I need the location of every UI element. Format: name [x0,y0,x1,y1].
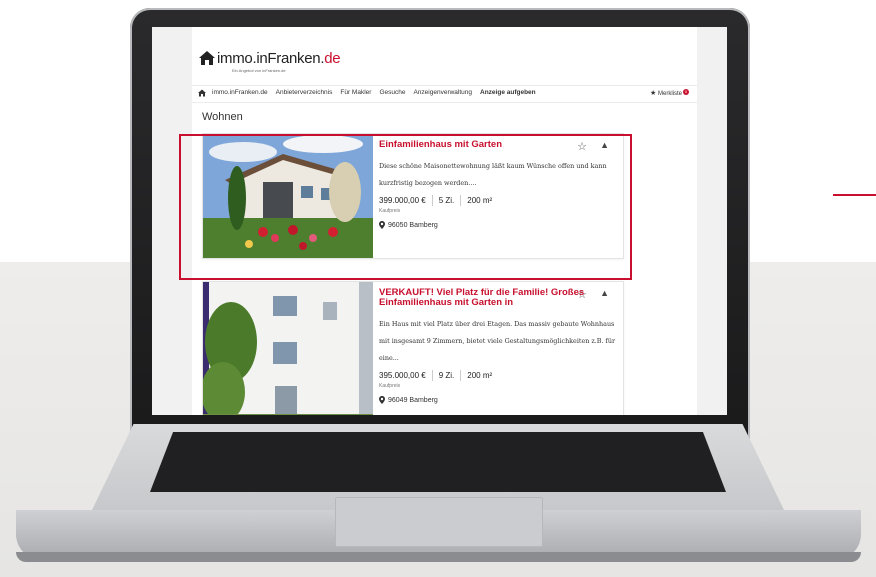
nav-items: immo.inFranken.de Anbieterverzeichnis Fü… [212,89,536,96]
location-pin-icon [379,396,385,404]
star-icon: ★ [650,90,657,97]
listing-description: Ein Haus mit viel Platz über drei Etagen… [379,320,616,362]
listing-area: 200 m² [467,371,493,380]
logo-tagline: Ein Angebot von inFranken.de [232,68,286,73]
listing-location: 96049 Bamberg [379,396,617,404]
home-icon[interactable] [198,89,206,97]
merkliste-count-badge: 0 [683,89,689,95]
nav-item-anzeigenverwaltung[interactable]: Anzeigenverwaltung [413,89,472,96]
main-navigation: immo.inFranken.de Anbieterverzeichnis Fü… [192,85,697,103]
nav-item-fuer-makler[interactable]: Für Makler [340,89,371,96]
accent-line [833,194,876,196]
nav-item-gesuche[interactable]: Gesuche [379,89,405,96]
laptop-trackpad [335,497,543,547]
listing-card[interactable]: ☆ ▲ VERKAUFT! Viel Platz für die Familie… [202,281,624,415]
listing-specs: 395.000,00 € 9 Zi. 200 m² [379,370,617,381]
merkliste-link[interactable]: ★ Merkliste 0 [650,89,689,97]
site-logo[interactable]: immo.inFranken.de [199,50,341,67]
listing-title[interactable]: VERKAUFT! Viel Platz für die Familie! Gr… [379,288,617,308]
listing-rooms: 9 Zi. [438,371,455,380]
merkliste-label: Merkliste [657,91,682,97]
laptop-base-edge [16,552,861,562]
price-label: Kaufpreis [379,383,401,389]
listing-location-text: 96049 Bamberg [388,396,438,404]
section-title: Wohnen [202,111,243,123]
nav-item-anbieterverzeichnis[interactable]: Anbieterverzeichnis [276,89,333,96]
nav-item-home[interactable]: immo.inFranken.de [212,89,268,96]
highlight-frame [179,134,632,280]
nav-item-anzeige-aufgeben[interactable]: Anzeige aufgeben [480,89,536,96]
home-icon [199,51,215,65]
listing-price: 395.000,00 € [379,371,426,380]
listing-photo[interactable] [203,282,373,415]
laptop-keyboard [150,432,726,492]
logo-text: immo.inFranken.de [217,50,341,67]
